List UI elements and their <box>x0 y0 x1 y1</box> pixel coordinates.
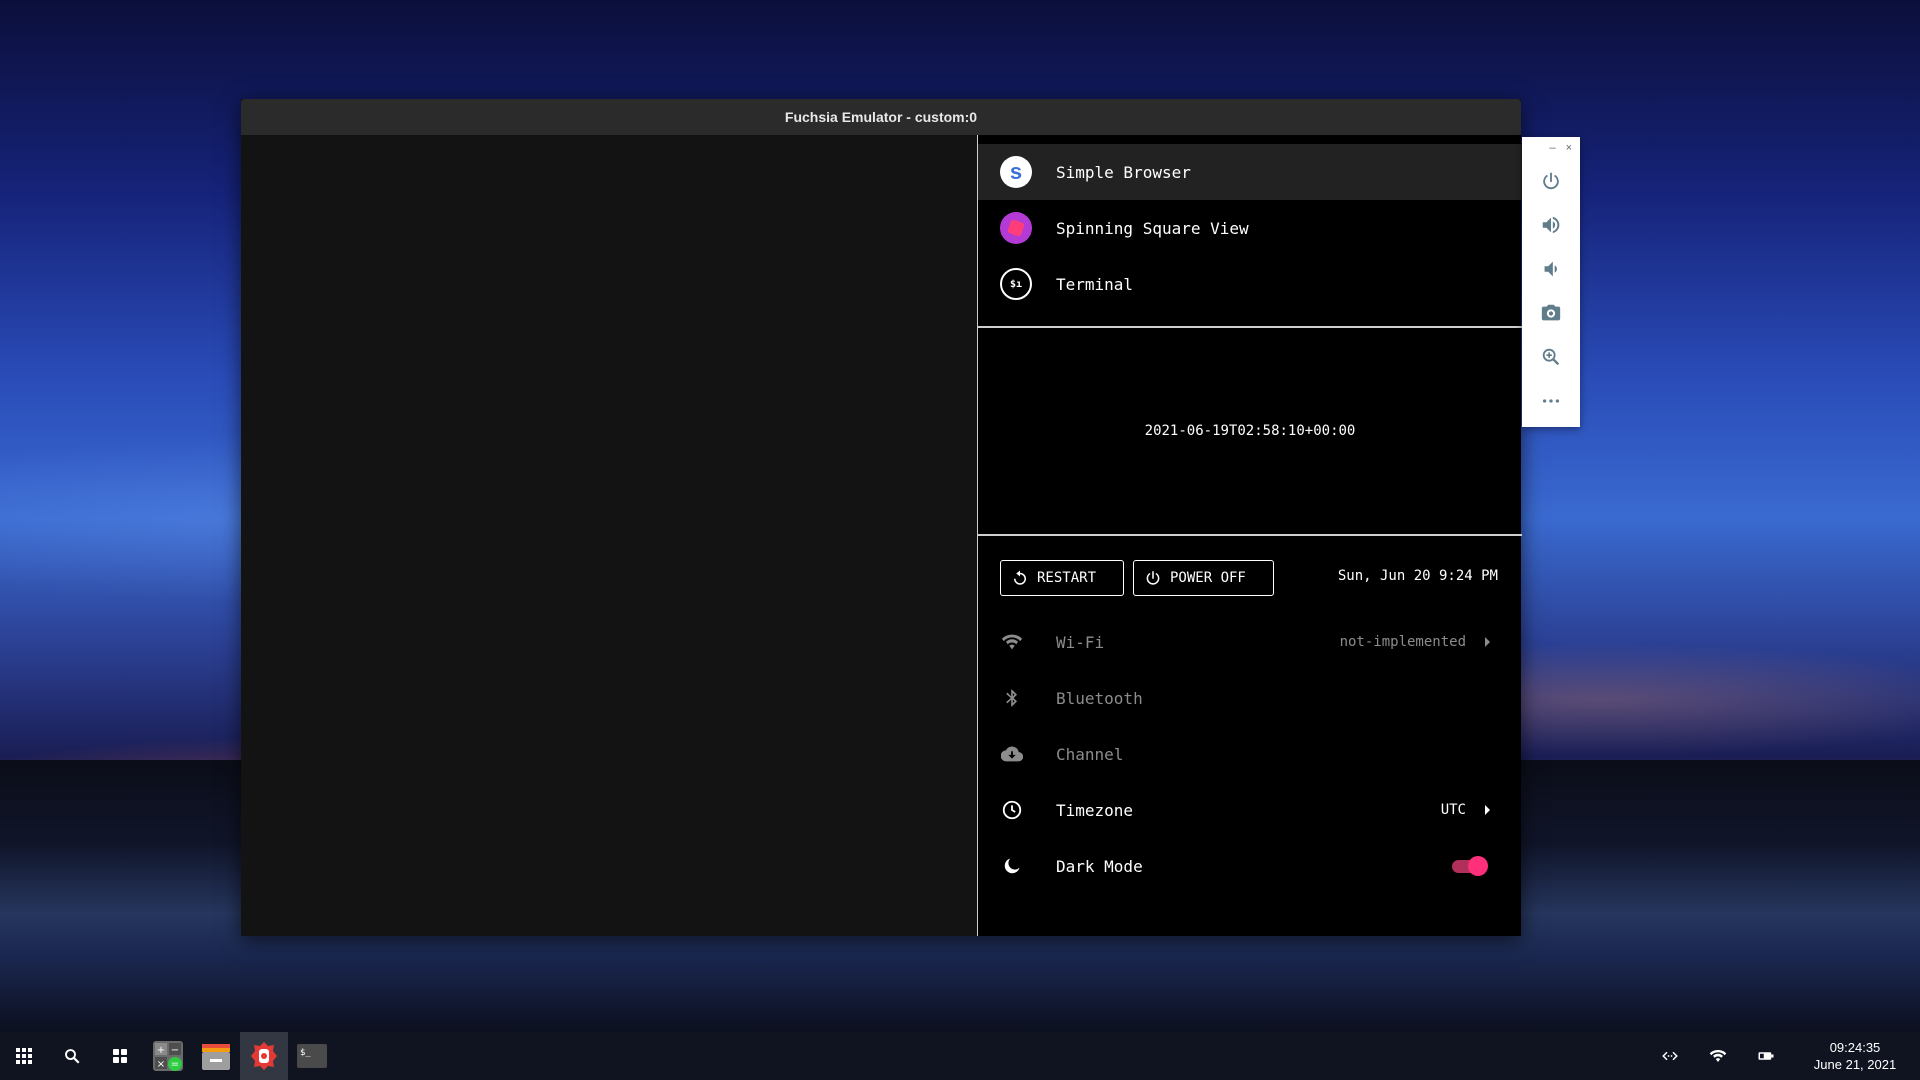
iso-timestamp: 2021-06-19T02:58:10+00:00 <box>1144 423 1356 439</box>
wifi-icon <box>1000 630 1024 654</box>
dark-mode-toggle[interactable] <box>1452 856 1488 876</box>
emulator-screen: s Simple Browser Spinning Square View $ı… <box>241 135 1522 936</box>
search-icon <box>65 1049 80 1064</box>
power-icon <box>1146 571 1160 585</box>
app-launcher-list[interactable]: s Simple Browser Spinning Square View $ı… <box>978 144 1522 328</box>
volume-down-button[interactable] <box>1522 247 1580 291</box>
volume-down-icon <box>1544 261 1557 277</box>
app-item-spinning-square-view[interactable]: Spinning Square View <box>978 200 1522 256</box>
dark-mode-label: Dark Mode <box>1056 856 1143 876</box>
toolbar-window-controls: – × <box>1522 137 1580 159</box>
taskbar: + − × = $_ 09:24:35 June 21, 2021 <box>0 1032 1920 1080</box>
timezone-value: UTC <box>1440 802 1466 818</box>
wifi-icon <box>1709 1050 1727 1062</box>
chevron-right-icon <box>1485 805 1490 815</box>
setting-wifi[interactable]: Wi-Fi not-implemented <box>978 614 1522 670</box>
battery-indicator[interactable] <box>1742 1032 1790 1080</box>
app-label: Terminal <box>1056 274 1134 294</box>
more-horizontal-icon <box>1542 399 1560 403</box>
window-titlebar[interactable]: Fuchsia Emulator - custom:0 <box>241 99 1521 135</box>
timezone-label: Timezone <box>1056 800 1134 820</box>
power-icon <box>1543 172 1559 190</box>
power-button[interactable] <box>1522 159 1580 203</box>
zoom-in-icon <box>1542 348 1560 366</box>
workspaces-button[interactable] <box>96 1032 144 1080</box>
taskbar-app-archive[interactable] <box>192 1032 240 1080</box>
volume-up-button[interactable] <box>1522 203 1580 247</box>
taskbar-clock[interactable]: 09:24:35 June 21, 2021 <box>1790 1039 1920 1073</box>
emulator-window: Fuchsia Emulator - custom:0 s Simple Bro… <box>241 99 1522 936</box>
clock-icon <box>1000 798 1024 822</box>
restart-icon <box>1014 570 1026 585</box>
camera-icon <box>1541 304 1561 321</box>
wifi-label: Wi-Fi <box>1056 632 1105 652</box>
setting-timezone[interactable]: Timezone UTC <box>978 782 1522 838</box>
svg-text:=: = <box>171 1059 179 1070</box>
quick-settings-panel: s Simple Browser Spinning Square View $ı… <box>977 135 1522 936</box>
network-icon <box>1662 1051 1678 1061</box>
emulator-side-toolbar: – × <box>1522 137 1580 427</box>
svg-text:+: + <box>157 1045 165 1056</box>
network-indicator[interactable] <box>1646 1032 1694 1080</box>
restart-button[interactable]: RESTART <box>1000 560 1124 596</box>
fuchsia-emulator-icon <box>251 1042 277 1070</box>
terminal-icon: $_ <box>297 1044 327 1068</box>
restart-label: RESTART <box>1037 570 1097 586</box>
empty-view-area[interactable] <box>241 135 977 936</box>
terminal-app-icon: $ı <box>1000 268 1032 300</box>
battery-icon <box>1758 1052 1774 1060</box>
app-item-terminal[interactable]: $ı Terminal <box>978 256 1522 312</box>
svg-text:$_: $_ <box>300 1048 311 1058</box>
app-launcher-button[interactable] <box>0 1032 48 1080</box>
svg-text:×: × <box>157 1059 165 1070</box>
bluetooth-icon <box>1000 686 1024 710</box>
app-label: Spinning Square View <box>1056 218 1249 238</box>
spinning-square-icon <box>1000 212 1032 244</box>
taskbar-app-calculator[interactable]: + − × = <box>144 1032 192 1080</box>
workspaces-icon <box>113 1049 127 1063</box>
close-icon[interactable]: × <box>1566 142 1572 154</box>
minimize-icon[interactable]: – <box>1549 142 1555 154</box>
chevron-right-icon <box>1485 637 1490 647</box>
channel-label: Channel <box>1056 744 1124 764</box>
clock-display: 2021-06-19T02:58:10+00:00 <box>978 328 1522 536</box>
search-button[interactable] <box>48 1032 96 1080</box>
app-item-simple-browser[interactable]: s Simple Browser <box>978 144 1522 200</box>
status-datetime: Sun, Jun 20 9:24 PM <box>1337 568 1498 584</box>
setting-dark-mode[interactable]: Dark Mode <box>978 838 1522 894</box>
archive-icon <box>202 1044 230 1070</box>
setting-channel[interactable]: Channel <box>978 726 1522 782</box>
power-controls: RESTART POWER OFF Sun, Jun 20 9:24 PM <box>978 560 1522 598</box>
volume-up-icon <box>1542 216 1560 234</box>
wifi-status: not-implemented <box>1339 634 1466 650</box>
window-title: Fuchsia Emulator - custom:0 <box>784 109 978 125</box>
system-tray: 09:24:35 June 21, 2021 <box>1646 1032 1920 1080</box>
power-off-button[interactable]: POWER OFF <box>1133 560 1274 596</box>
settings-list: Wi-Fi not-implemented Bluetooth Channel <box>978 614 1522 894</box>
cloud-download-icon <box>1000 742 1024 766</box>
taskbar-time: 09:24:35 <box>1829 1040 1881 1055</box>
toggle-thumb <box>1468 856 1488 876</box>
calculator-icon: + − × = <box>153 1041 183 1071</box>
app-label: Simple Browser <box>1056 162 1191 182</box>
setting-bluetooth[interactable]: Bluetooth <box>978 670 1522 726</box>
grid-icon <box>16 1048 32 1064</box>
power-off-label: POWER OFF <box>1170 570 1246 586</box>
taskbar-app-terminal[interactable]: $_ <box>288 1032 336 1080</box>
svg-text:−: − <box>171 1045 179 1056</box>
taskbar-date: June 21, 2021 <box>1813 1057 1897 1072</box>
zoom-button[interactable] <box>1522 335 1580 379</box>
wifi-indicator[interactable] <box>1694 1032 1742 1080</box>
bluetooth-label: Bluetooth <box>1056 688 1143 708</box>
more-options-button[interactable] <box>1522 379 1580 423</box>
moon-icon <box>1000 854 1024 878</box>
screenshot-button[interactable] <box>1522 291 1580 335</box>
simple-browser-icon: s <box>1000 156 1032 188</box>
taskbar-app-fuchsia-emulator[interactable] <box>240 1032 288 1080</box>
